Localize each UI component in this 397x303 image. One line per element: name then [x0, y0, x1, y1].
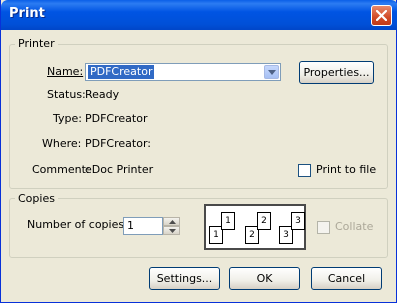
cancel-button[interactable]: Cancel	[311, 267, 382, 290]
comment-label: Comment:	[32, 163, 90, 176]
settings-button[interactable]: Settings...	[149, 267, 220, 290]
close-icon	[376, 10, 387, 21]
spin-up-button[interactable]	[163, 217, 180, 226]
ok-button[interactable]: OK	[229, 267, 300, 290]
printer-legend: Printer	[15, 37, 58, 50]
number-of-copies-label: Number of copies:	[27, 218, 128, 231]
comment-value: eDoc Printer	[85, 163, 154, 176]
number-of-copies-input[interactable]: 1	[123, 217, 163, 235]
spin-up-icon	[169, 220, 176, 224]
where-label: Where:	[42, 137, 82, 150]
copies-spinner[interactable]	[163, 217, 180, 235]
window-title: Print	[9, 6, 45, 21]
name-label: Name:	[47, 65, 84, 78]
printer-name-value: PDFCreator	[88, 65, 155, 79]
collate-page: 2	[257, 212, 271, 230]
status-label: Status:	[47, 88, 86, 101]
type-label: Type:	[53, 112, 82, 125]
print-to-file-label[interactable]: Print to file	[316, 163, 376, 176]
close-button[interactable]	[371, 5, 392, 26]
properties-button[interactable]: Properties...	[299, 61, 374, 84]
title-bar[interactable]: Print	[1, 0, 397, 30]
copies-legend: Copies	[15, 192, 58, 205]
collate-page: 3	[291, 212, 305, 230]
dropdown-button[interactable]	[264, 65, 279, 79]
print-dialog: Print Printer Name: PDFCreator Propertie…	[0, 0, 397, 303]
where-value: PDFCreator:	[85, 137, 151, 150]
print-to-file-checkbox[interactable]	[298, 164, 311, 177]
status-value: Ready	[85, 88, 120, 101]
collate-label: Collate	[335, 220, 374, 233]
dropdown-arrow-icon	[268, 70, 276, 75]
collate-pages-icon: 1 1 2 2 3 3	[204, 204, 306, 250]
type-value: PDFCreator	[85, 112, 148, 125]
spin-down-button[interactable]	[163, 226, 180, 235]
printer-name-select[interactable]: PDFCreator	[85, 63, 281, 81]
collate-checkbox[interactable]	[317, 221, 330, 234]
spin-down-icon	[169, 229, 176, 233]
collate-page: 1	[221, 212, 235, 230]
